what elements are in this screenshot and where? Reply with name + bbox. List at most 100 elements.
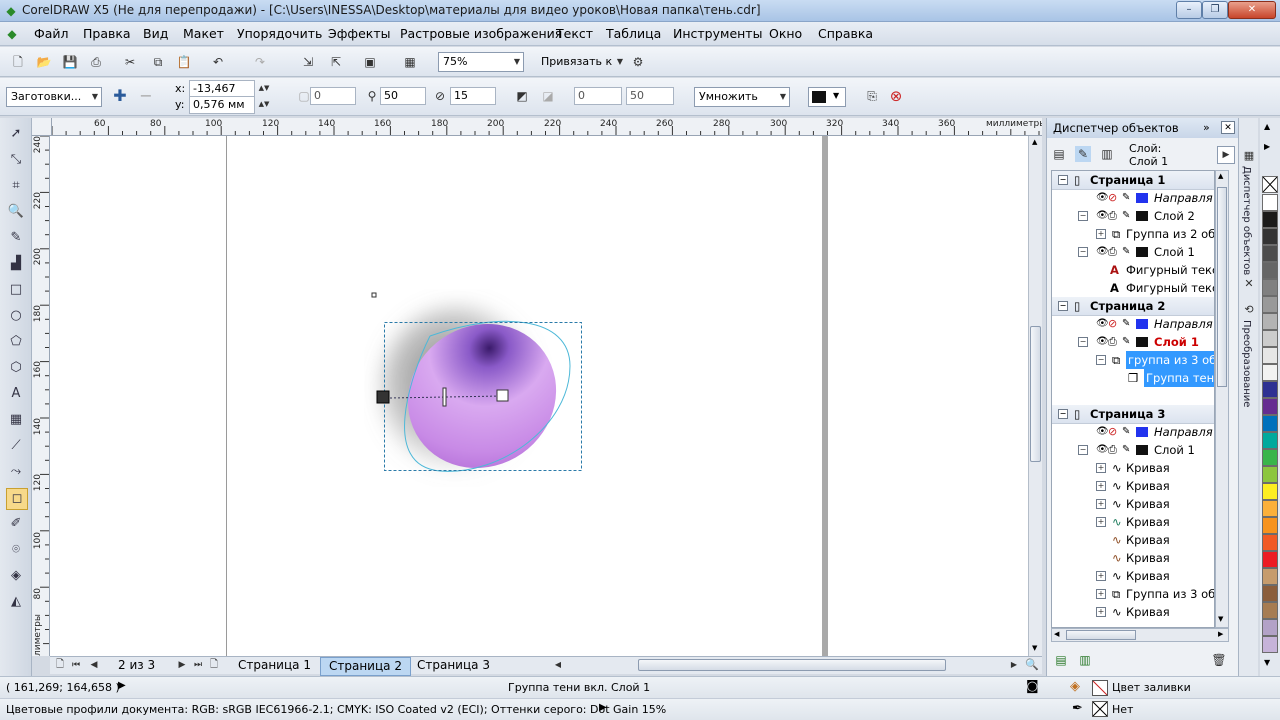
- small-node-handle[interactable]: [371, 292, 377, 298]
- shape-tool-icon[interactable]: ⤡: [6, 150, 26, 170]
- layer-manager-view-icon[interactable]: ▥: [1099, 146, 1115, 162]
- collapse-icon[interactable]: −: [1058, 409, 1068, 419]
- color-swatch[interactable]: [1262, 483, 1278, 500]
- redo-icon[interactable]: ↷: [252, 54, 268, 70]
- polygon-tool-icon[interactable]: ⬠: [6, 332, 26, 352]
- collapse-icon[interactable]: −: [1078, 211, 1088, 221]
- minimize-button[interactable]: –: [1176, 1, 1202, 19]
- tree-shadow-group[interactable]: ❐ Группа тени: [1052, 369, 1214, 387]
- table-tool-icon[interactable]: ▦: [6, 410, 26, 430]
- tree-artistic-text[interactable]: A Фигурный текс: [1052, 279, 1214, 297]
- new-master-layer-icon[interactable]: ▥: [1077, 652, 1093, 668]
- opacity-slider-handle[interactable]: [442, 387, 447, 407]
- tree-curve[interactable]: + ∿ Кривая: [1052, 495, 1214, 513]
- tab-transform[interactable]: Преобразование: [1241, 320, 1252, 407]
- shadow-fade-field[interactable]: 0: [574, 87, 622, 105]
- camera-icon[interactable]: ◙: [1026, 679, 1039, 694]
- color-swatch[interactable]: [1262, 602, 1278, 619]
- palette-scroll-up-icon[interactable]: ▲: [1264, 122, 1270, 131]
- edit-across-layers-icon[interactable]: ✎: [1075, 146, 1091, 162]
- expand-icon[interactable]: +: [1096, 607, 1106, 617]
- scroll-up-icon[interactable]: ▲: [1218, 172, 1223, 180]
- color-swatch[interactable]: [1262, 398, 1278, 415]
- tree-guides-3[interactable]: 👁 ⊘ ✎ Направля: [1052, 423, 1214, 441]
- pick-tool-icon[interactable]: ➚: [6, 124, 26, 144]
- menu-layout[interactable]: Макет: [183, 26, 224, 41]
- color-swatch[interactable]: [1262, 432, 1278, 449]
- color-swatch[interactable]: [1262, 415, 1278, 432]
- ellipse-tool-icon[interactable]: ○: [6, 306, 26, 326]
- tree-page-3[interactable]: − ▯ Страница 3: [1052, 405, 1214, 424]
- options-icon[interactable]: ⚙: [630, 54, 646, 70]
- menu-tools[interactable]: Инструменты: [673, 26, 762, 41]
- pencil-icon[interactable]: ✎: [1122, 423, 1130, 441]
- color-swatch[interactable]: [1262, 500, 1278, 517]
- application-launcher-icon[interactable]: ▣: [362, 54, 378, 70]
- tree-layer-1-active[interactable]: − 👁 ⎙ ✎ Слой 1: [1052, 333, 1214, 351]
- shadow-angle-field[interactable]: 0: [310, 87, 356, 105]
- color-swatch[interactable]: [1262, 534, 1278, 551]
- undo-icon[interactable]: ↶: [210, 54, 226, 70]
- scroll-down-icon[interactable]: ▼: [1032, 644, 1037, 652]
- drawing-canvas[interactable]: [50, 136, 1030, 656]
- y-field[interactable]: 0,576 мм: [189, 96, 255, 114]
- menu-edit[interactable]: Правка: [83, 26, 131, 41]
- menu-window[interactable]: Окно: [769, 26, 802, 41]
- expand-icon[interactable]: +: [1096, 517, 1106, 527]
- crop-tool-icon[interactable]: ⌗: [6, 176, 26, 196]
- menu-text[interactable]: Текст: [556, 26, 593, 41]
- color-swatch[interactable]: [1262, 330, 1278, 347]
- tree-group[interactable]: + ⧉ Группа из 3 объ: [1052, 585, 1214, 603]
- cut-icon[interactable]: ✂: [122, 54, 138, 70]
- collapse-icon[interactable]: −: [1078, 337, 1088, 347]
- menu-table[interactable]: Таблица: [606, 26, 661, 41]
- maximize-button[interactable]: ❐: [1202, 1, 1228, 19]
- welcome-screen-icon[interactable]: ▦: [402, 54, 418, 70]
- tree-curve[interactable]: + ∿ Кривая: [1052, 477, 1214, 495]
- copy-icon[interactable]: ⧉: [150, 54, 166, 70]
- menu-arrange[interactable]: Упорядочить: [237, 26, 322, 41]
- color-swatch[interactable]: [1262, 262, 1278, 279]
- drop-shadow-tool-icon[interactable]: ◻: [6, 488, 28, 510]
- horizontal-scroll-thumb[interactable]: [638, 659, 946, 671]
- color-swatch[interactable]: [1262, 517, 1278, 534]
- menu-view[interactable]: Вид: [143, 26, 168, 41]
- remove-preset-icon[interactable]: −: [138, 88, 154, 104]
- open-icon[interactable]: 📂: [36, 54, 52, 70]
- close-button[interactable]: ✕: [1228, 1, 1276, 19]
- outline-none-swatch[interactable]: [1092, 701, 1108, 717]
- add-page-after-icon[interactable]: 🗋: [206, 657, 222, 673]
- outline-tool-icon[interactable]: ⌾: [6, 540, 26, 560]
- printer-icon[interactable]: ⎙: [1108, 441, 1117, 459]
- interactive-fill-tool-icon[interactable]: ◭: [6, 592, 26, 612]
- palette-scroll-down-icon[interactable]: ▼: [1264, 658, 1270, 667]
- transform-tab-icon[interactable]: ⟲: [1241, 302, 1257, 318]
- import-icon[interactable]: ⇲: [300, 54, 316, 70]
- zoom-tool-icon[interactable]: 🔍: [6, 202, 26, 222]
- no-print-icon[interactable]: ⊘: [1108, 423, 1117, 441]
- no-color-swatch[interactable]: [1262, 176, 1278, 193]
- first-page-icon[interactable]: ⏮: [68, 657, 84, 673]
- tree-group-selected[interactable]: − ⧉ группа из 3 объ: [1052, 351, 1214, 369]
- pencil-icon[interactable]: ✎: [1122, 333, 1130, 351]
- fill-tool-icon[interactable]: ◈: [6, 566, 26, 586]
- tree-hscroll-thumb[interactable]: [1066, 630, 1136, 640]
- collapse-icon[interactable]: −: [1058, 301, 1068, 311]
- presets-combo[interactable]: Заготовки... ▼: [6, 87, 102, 107]
- tree-layer-2[interactable]: − 👁 ⎙ ✎ Слой 2: [1052, 207, 1214, 225]
- vertical-ruler[interactable]: 240 220 200 180 160 140 120 100 80 милли…: [32, 136, 50, 656]
- collapse-icon[interactable]: −: [1078, 445, 1088, 455]
- menu-bitmaps[interactable]: Растровые изображения: [400, 26, 562, 41]
- pencil-icon[interactable]: ✎: [1122, 243, 1130, 261]
- color-swatch[interactable]: [1262, 296, 1278, 313]
- no-print-icon[interactable]: ⊘: [1108, 189, 1117, 207]
- expand-icon[interactable]: +: [1096, 571, 1106, 581]
- basic-shapes-tool-icon[interactable]: ⬡: [6, 358, 26, 378]
- pencil-icon[interactable]: ✎: [1122, 441, 1130, 459]
- eye-icon[interactable]: 👁: [1096, 189, 1109, 207]
- tree-guides-2[interactable]: 👁 ⊘ ✎ Направля: [1052, 315, 1214, 333]
- expand-icon[interactable]: +: [1096, 229, 1106, 239]
- rectangle-tool-icon[interactable]: □: [6, 280, 26, 300]
- export-icon[interactable]: ⇱: [328, 54, 344, 70]
- eye-icon[interactable]: 👁: [1096, 207, 1109, 225]
